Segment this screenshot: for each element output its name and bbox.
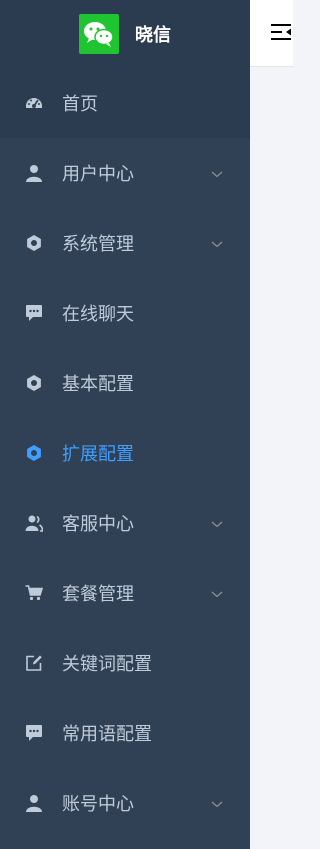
chevron-down-icon[interactable] — [210, 515, 224, 529]
user-icon — [24, 163, 44, 183]
sidebar-item-label: 套餐管理 — [62, 584, 134, 605]
sidebar-item-label: 基本配置 — [62, 374, 134, 395]
sidebar-item-label: 系统管理 — [62, 234, 134, 255]
sidebar-item-keyword-config[interactable]: 关键词配置 — [0, 628, 250, 698]
sidebar-item-home[interactable]: 首页 — [0, 68, 250, 138]
chevron-down-icon[interactable] — [210, 795, 224, 809]
sidebar-item-online-chat[interactable]: 在线聊天 — [0, 278, 250, 348]
sidebar-item-basic-config[interactable]: 基本配置 — [0, 348, 250, 418]
sidebar: 晓信 首页 用户中心 系统管理 在线聊天 基本配置 扩展配置 客服中心 套餐管理… — [0, 0, 250, 849]
sidebar-item-label: 常用语配置 — [62, 724, 152, 745]
user-icon — [24, 793, 44, 813]
sidebar-menu: 首页 用户中心 系统管理 在线聊天 基本配置 扩展配置 客服中心 套餐管理 关键… — [0, 68, 250, 838]
chat-icon — [24, 723, 44, 743]
dashboard-icon — [24, 93, 44, 113]
sidebar-item-label: 关键词配置 — [62, 654, 152, 675]
sidebar-item-package[interactable]: 套餐管理 — [0, 558, 250, 628]
sidebar-item-phrase-config[interactable]: 常用语配置 — [0, 698, 250, 768]
chevron-down-icon[interactable] — [210, 165, 224, 179]
chat-icon — [24, 303, 44, 323]
edit-icon — [24, 653, 44, 673]
menu-fold-icon[interactable] — [270, 23, 292, 45]
sidebar-item-account-center[interactable]: 账号中心 — [0, 768, 250, 838]
sidebar-item-label: 在线聊天 — [62, 304, 134, 325]
chevron-down-icon[interactable] — [210, 585, 224, 599]
gear-icon — [24, 373, 44, 393]
top-header — [250, 0, 293, 67]
sidebar-item-extended-config[interactable]: 扩展配置 — [0, 418, 250, 488]
sidebar-item-label: 账号中心 — [62, 794, 134, 815]
sidebar-item-label: 首页 — [62, 94, 98, 115]
sidebar-item-system[interactable]: 系统管理 — [0, 208, 250, 278]
app-name: 晓信 — [135, 25, 171, 46]
gear-icon — [24, 443, 44, 463]
sidebar-item-customer-service[interactable]: 客服中心 — [0, 488, 250, 558]
wechat-logo-icon — [79, 14, 119, 54]
gear-icon — [24, 233, 44, 253]
chevron-down-icon[interactable] — [210, 235, 224, 249]
customer-service-icon — [24, 513, 44, 533]
cart-icon — [24, 583, 44, 603]
brand[interactable]: 晓信 — [0, 0, 250, 68]
sidebar-item-label: 扩展配置 — [62, 444, 134, 465]
sidebar-item-user-center[interactable]: 用户中心 — [0, 138, 250, 208]
sidebar-item-label: 用户中心 — [62, 164, 134, 185]
sidebar-item-label: 客服中心 — [62, 514, 134, 535]
